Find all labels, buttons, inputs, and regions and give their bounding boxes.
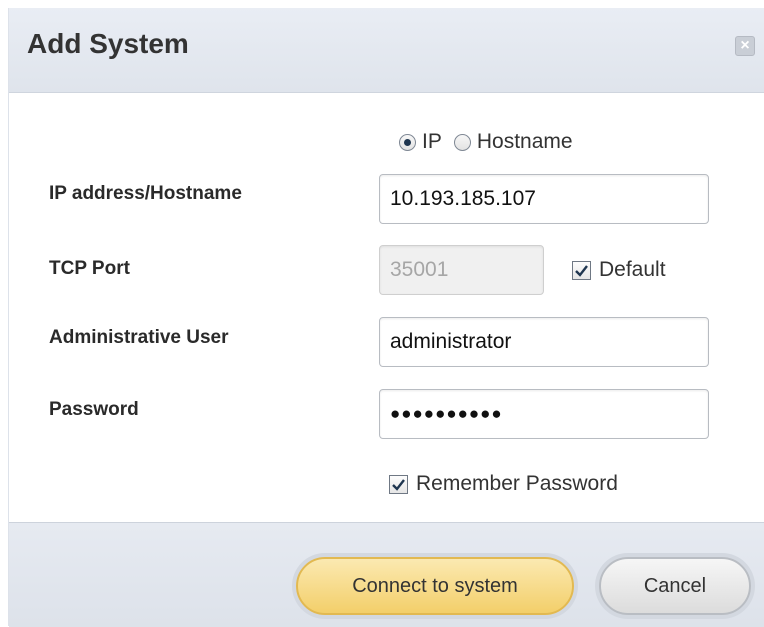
password-input[interactable]: ●●●●●●●●●●	[379, 389, 709, 439]
radio-selected-dot	[404, 138, 411, 146]
dialog-footer: Connect to system Cancel	[9, 522, 764, 627]
remember-password-toggle[interactable]: Remember Password	[389, 472, 618, 496]
dialog-header: Add System ×	[9, 8, 764, 93]
address-type-group: IP Hostname	[399, 130, 585, 154]
connect-button[interactable]: Connect to system	[296, 557, 574, 615]
admin-user-input[interactable]: administrator	[379, 317, 709, 367]
add-system-dialog: Add System × IP Hostname IP address/Host…	[8, 8, 764, 627]
tcp-port-input[interactable]: 35001	[379, 245, 544, 295]
admin-user-label: Administrative User	[49, 327, 229, 348]
close-icon[interactable]: ×	[735, 36, 755, 56]
radio-ip-label[interactable]: IP	[422, 130, 442, 154]
remember-password-label[interactable]: Remember Password	[416, 472, 618, 496]
radio-ip[interactable]	[399, 133, 416, 151]
port-default-toggle[interactable]: Default	[572, 258, 666, 282]
cancel-button[interactable]: Cancel	[599, 557, 751, 615]
checkbox-checked-icon[interactable]	[389, 474, 408, 494]
radio-hostname-label[interactable]: Hostname	[477, 130, 573, 154]
dialog-title: Add System	[27, 28, 189, 59]
checkbox-checked-icon[interactable]	[572, 260, 591, 280]
password-label: Password	[49, 399, 139, 420]
port-default-label[interactable]: Default	[599, 258, 666, 282]
tcp-port-label: TCP Port	[49, 258, 130, 279]
radio-hostname[interactable]	[453, 133, 471, 151]
ip-address-input[interactable]: 10.193.185.107	[379, 174, 709, 224]
ip-address-label: IP address/Hostname	[49, 183, 242, 204]
